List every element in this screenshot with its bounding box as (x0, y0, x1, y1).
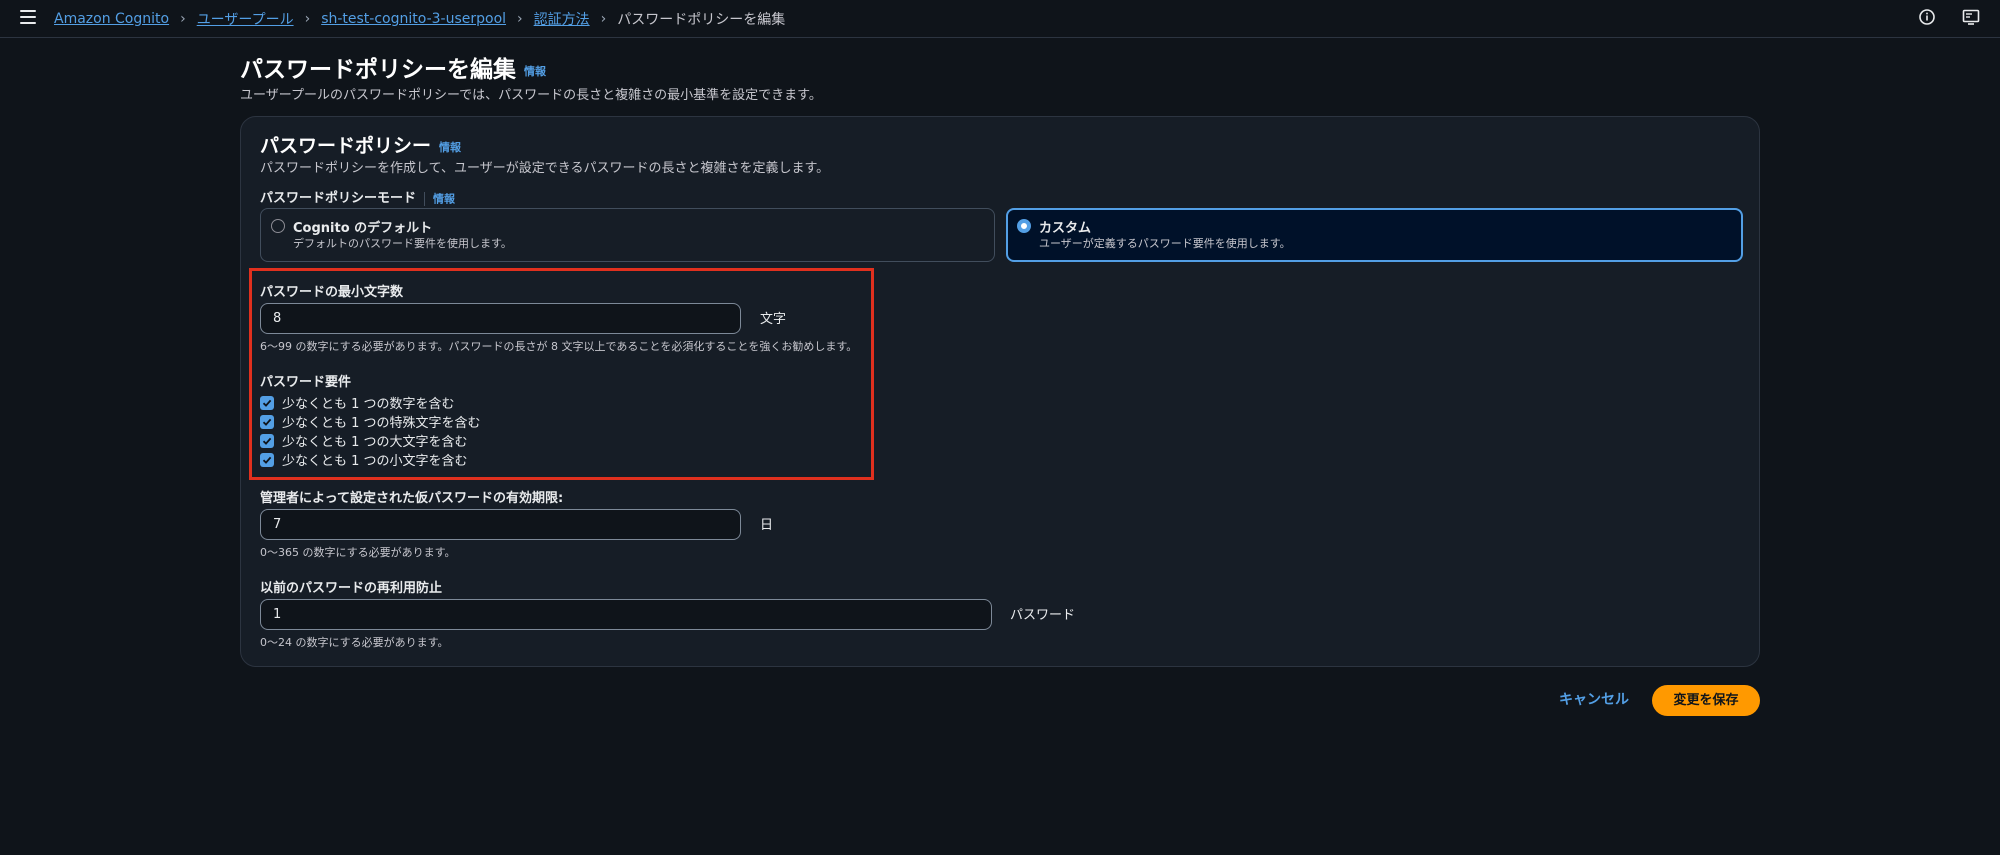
temp-expiry-label: 管理者によって設定された仮パスワードの有効期限: (260, 491, 564, 506)
breadcrumb-link-user-pool[interactable]: sh-test-cognito-3-userpool (321, 11, 506, 27)
section-title: パスワードポリシー 情報 (260, 131, 461, 158)
section-title-text: パスワードポリシー (260, 135, 432, 157)
page-title: パスワードポリシーを編集 情報 (240, 50, 546, 84)
policy-mode-label-text: パスワードポリシーモード (260, 191, 417, 206)
info-icon[interactable] (1918, 8, 1936, 26)
split-panel-icon[interactable] (1962, 8, 1980, 26)
chevron-right-icon: › (517, 11, 523, 27)
requirements-label: パスワード要件 (260, 375, 352, 390)
temp-expiry-input[interactable]: 7 (260, 509, 741, 540)
chevron-right-icon: › (304, 11, 311, 27)
min-length-label: パスワードの最小文字数 (260, 285, 404, 300)
reuse-label: 以前のパスワードの再利用防止 (260, 581, 443, 596)
requirement-number-label: 少なくとも 1 つの数字を含む (282, 397, 455, 412)
top-navigation-bar: Amazon Cognito › ユーザープール › sh-test-cogni… (0, 0, 2000, 38)
page-title-text: パスワードポリシーを編集 (240, 57, 516, 83)
reuse-unit: パスワード (1010, 608, 1076, 623)
mode-option-custom[interactable]: カスタム ユーザーが定義するパスワード要件を使用します。 (1006, 208, 1743, 262)
mode-option-default[interactable]: Cognito のデフォルト デフォルトのパスワード要件を使用します。 (260, 208, 995, 262)
policy-mode-label: パスワードポリシーモード 情報 (260, 187, 455, 207)
requirement-special-label: 少なくとも 1 つの特殊文字を含む (282, 416, 481, 431)
cancel-button[interactable]: キャンセル (1559, 689, 1629, 709)
min-length-input[interactable]: 8 (260, 303, 741, 334)
checkbox-checked-icon[interactable] (260, 395, 274, 410)
page-description: ユーザープールのパスワードポリシーでは、パスワードの長さと複雑さの最小基準を設定… (240, 88, 822, 103)
policy-mode-info-link[interactable]: 情報 (433, 193, 455, 206)
radio-custom[interactable] (1017, 219, 1031, 233)
divider (424, 191, 426, 206)
temp-expiry-unit: 日 (760, 518, 774, 533)
requirement-lowercase-label: 少なくとも 1 つの小文字を含む (282, 454, 468, 469)
temp-expiry-hint: 0〜365 の数字にする必要があります。 (260, 546, 456, 559)
reuse-input[interactable]: 1 (260, 599, 992, 630)
breadcrumb: Amazon Cognito › ユーザープール › sh-test-cogni… (54, 9, 785, 29)
password-policy-container: パスワードポリシー 情報 パスワードポリシーを作成して、ユーザーが設定できるパスワ… (240, 116, 1760, 667)
menu-icon[interactable] (20, 10, 36, 24)
page-info-link[interactable]: 情報 (524, 65, 546, 78)
breadcrumb-link-user-pools[interactable]: ユーザープール (197, 9, 294, 29)
checkbox-checked-icon[interactable] (260, 452, 274, 467)
mode-option-default-desc: デフォルトのパスワード要件を使用します。 (293, 237, 512, 250)
reuse-hint: 0〜24 の数字にする必要があります。 (260, 636, 449, 649)
requirement-special-checkbox[interactable]: 少なくとも 1 つの特殊文字を含む (260, 412, 481, 431)
breadcrumb-current: パスワードポリシーを編集 (617, 12, 786, 28)
requirement-uppercase-label: 少なくとも 1 つの大文字を含む (282, 435, 468, 450)
checkbox-checked-icon[interactable] (260, 414, 274, 429)
radio-default[interactable] (271, 219, 285, 233)
chevron-right-icon: › (180, 11, 186, 27)
requirement-lowercase-checkbox[interactable]: 少なくとも 1 つの小文字を含む (260, 450, 468, 469)
mode-option-custom-title: カスタム (1039, 221, 1092, 236)
save-changes-button[interactable]: 変更を保存 (1652, 685, 1760, 716)
requirement-number-checkbox[interactable]: 少なくとも 1 つの数字を含む (260, 393, 455, 412)
mode-option-default-title: Cognito のデフォルト (293, 221, 433, 236)
breadcrumb-link-cognito[interactable]: Amazon Cognito (54, 11, 169, 27)
breadcrumb-link-auth-methods[interactable]: 認証方法 (534, 9, 590, 29)
checkbox-checked-icon[interactable] (260, 433, 274, 448)
section-description: パスワードポリシーを作成して、ユーザーが設定できるパスワードの長さと複雑さを定義… (260, 161, 830, 176)
min-length-unit: 文字 (760, 312, 787, 327)
chevron-right-icon: › (600, 11, 607, 27)
requirement-uppercase-checkbox[interactable]: 少なくとも 1 つの大文字を含む (260, 431, 468, 450)
section-info-link[interactable]: 情報 (439, 141, 461, 154)
min-length-hint: 6〜99 の数字にする必要があります。パスワードの長さが 8 文字以上であること… (260, 340, 858, 353)
mode-option-custom-desc: ユーザーが定義するパスワード要件を使用します。 (1039, 237, 1291, 250)
